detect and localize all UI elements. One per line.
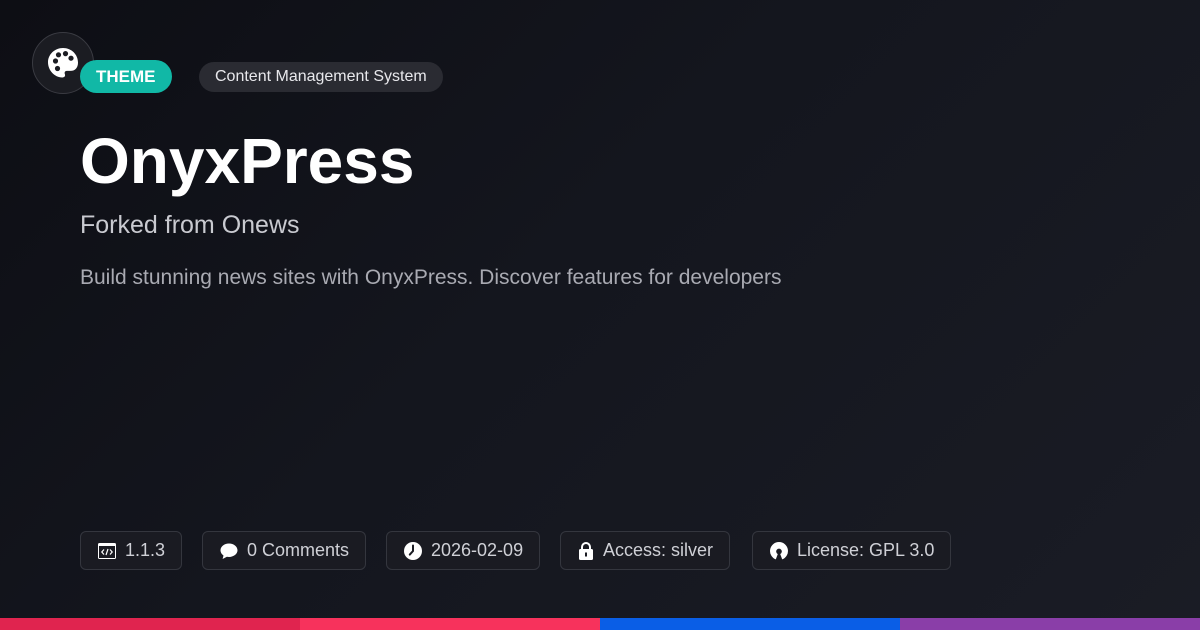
version-label: 1.1.3 bbox=[125, 540, 166, 560]
accent-bar-pink bbox=[300, 618, 600, 630]
comments-chip[interactable]: 0 Comments bbox=[202, 531, 367, 570]
date-label: 2026-02-09 bbox=[431, 540, 524, 560]
accent-bar-blue bbox=[600, 618, 900, 630]
page-title: OnyxPress bbox=[80, 125, 415, 197]
license-chip: License: GPL 3.0 bbox=[752, 531, 952, 570]
clock-icon bbox=[404, 541, 422, 560]
page-subtitle: Forked from Onews bbox=[80, 211, 300, 239]
lock-icon bbox=[579, 541, 593, 560]
access-label: Access: silver bbox=[603, 540, 714, 560]
accent-bar-purple bbox=[900, 618, 1200, 630]
open-source-icon bbox=[770, 541, 788, 559]
page-description: Build stunning news sites with OnyxPress… bbox=[80, 266, 782, 289]
comments-label: 0 Comments bbox=[247, 540, 350, 560]
code-window-icon bbox=[98, 542, 116, 559]
license-label: License: GPL 3.0 bbox=[797, 540, 935, 560]
version-chip: 1.1.3 bbox=[80, 531, 183, 570]
date-chip: 2026-02-09 bbox=[386, 531, 541, 570]
access-chip: Access: silver bbox=[560, 531, 731, 570]
accent-bar-red bbox=[0, 618, 300, 630]
comment-icon bbox=[220, 543, 238, 559]
palette-icon bbox=[48, 48, 78, 78]
type-badge: THEME bbox=[80, 60, 172, 93]
category-badge[interactable]: Content Management System bbox=[199, 62, 443, 92]
